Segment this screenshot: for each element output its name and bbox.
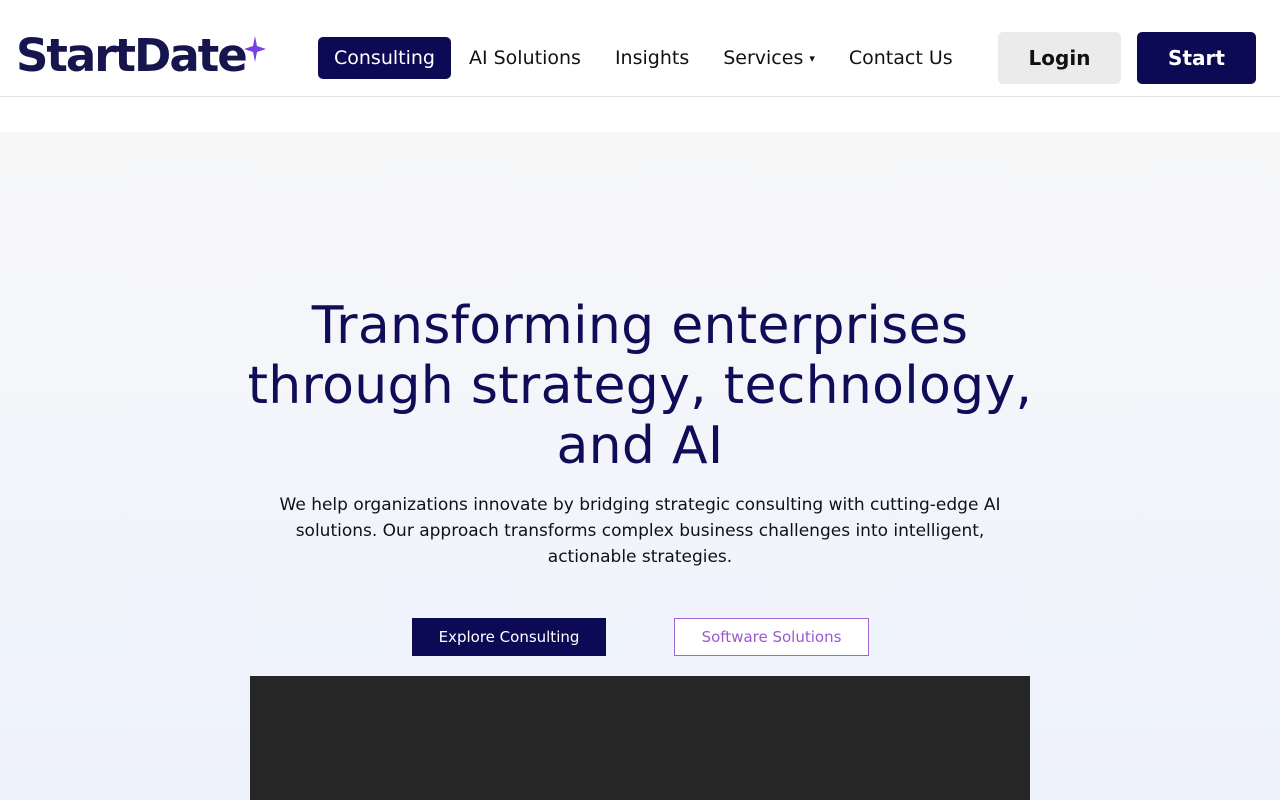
- site-header: StartDate Consulting AI Solutions Insigh…: [0, 0, 1280, 97]
- nav-ai-solutions-label: AI Solutions: [468, 47, 581, 69]
- sparkle-icon: [243, 36, 266, 62]
- nav-consulting-label: Consulting: [334, 47, 435, 69]
- hero-title: Transforming enterprises through strateg…: [247, 296, 1033, 476]
- nav-services-label: Services: [723, 47, 804, 69]
- hero-media-block: [250, 676, 1030, 800]
- nav-services[interactable]: Services ▾: [707, 37, 831, 79]
- nav-insights-label: Insights: [614, 47, 690, 69]
- caret-down-icon: ▾: [809, 52, 815, 65]
- nav-ai-solutions[interactable]: AI Solutions: [453, 37, 597, 79]
- explore-consulting-button[interactable]: Explore Consulting: [412, 618, 606, 656]
- nav-insights[interactable]: Insights: [599, 37, 705, 79]
- nav-consulting[interactable]: Consulting: [318, 37, 451, 79]
- logo-text: StartDate: [16, 29, 248, 82]
- login-button[interactable]: Login: [998, 32, 1121, 84]
- main-nav: Consulting AI Solutions Insights Service…: [318, 37, 969, 79]
- start-button[interactable]: Start: [1137, 32, 1256, 84]
- software-solutions-button[interactable]: Software Solutions: [674, 618, 869, 656]
- hero-section: Transforming enterprises through strateg…: [0, 132, 1280, 800]
- logo[interactable]: StartDate: [16, 28, 266, 84]
- hero-subtitle: We help organizations innovate by bridgi…: [279, 495, 1001, 567]
- nav-contact-us[interactable]: Contact Us: [833, 37, 969, 79]
- nav-contact-us-label: Contact Us: [848, 47, 953, 69]
